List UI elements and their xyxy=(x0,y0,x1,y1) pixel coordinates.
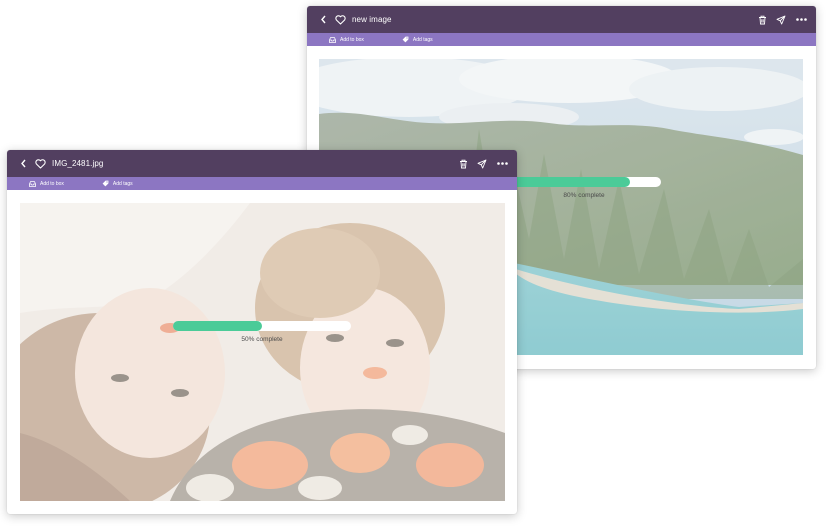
trash-icon[interactable] xyxy=(755,12,769,28)
add-tags-button[interactable]: Add tags xyxy=(402,36,433,43)
send-icon[interactable] xyxy=(774,12,788,28)
tag-icon xyxy=(402,36,409,43)
progress-label: 80% complete xyxy=(563,192,605,199)
add-tags-button[interactable]: Add tags xyxy=(102,180,133,187)
window-titlebar: new image xyxy=(307,6,816,33)
more-icon[interactable] xyxy=(794,12,808,28)
image-preview-portrait: 50% complete xyxy=(20,203,505,501)
window-title: new image xyxy=(352,15,392,24)
upload-progress: 50% complete xyxy=(173,321,351,351)
upload-overlay xyxy=(20,203,505,501)
inbox-icon xyxy=(29,180,36,187)
chevron-left-icon[interactable] xyxy=(16,156,30,172)
more-icon[interactable] xyxy=(495,156,509,172)
add-to-box-label: Add to box xyxy=(340,36,364,43)
inbox-icon xyxy=(329,36,336,43)
tag-icon xyxy=(102,180,109,187)
window-title: IMG_2481.jpg xyxy=(52,159,104,168)
add-tags-label: Add tags xyxy=(412,36,433,43)
progress-fill xyxy=(173,321,262,331)
window-titlebar: IMG_2481.jpg xyxy=(7,150,517,177)
send-icon[interactable] xyxy=(475,156,489,172)
progress-label: 50% complete xyxy=(241,336,283,343)
heart-icon[interactable] xyxy=(333,12,347,28)
window-toolbar: Add to box Add tags xyxy=(7,177,517,190)
add-tags-label: Add tags xyxy=(112,180,133,187)
add-to-box-button[interactable]: Add to box xyxy=(29,181,64,187)
add-to-box-button[interactable]: Add to box xyxy=(329,37,364,43)
trash-icon[interactable] xyxy=(456,156,470,172)
add-to-box-label: Add to box xyxy=(40,180,64,187)
progress-fill xyxy=(507,177,631,187)
upload-progress: 80% complete xyxy=(507,177,661,207)
window-toolbar: Add to box Add tags xyxy=(307,33,816,46)
image-window-img-2481: IMG_2481.jpg Add to box Add tags 50% com… xyxy=(7,150,517,514)
chevron-left-icon[interactable] xyxy=(316,12,330,28)
heart-icon[interactable] xyxy=(33,156,47,172)
